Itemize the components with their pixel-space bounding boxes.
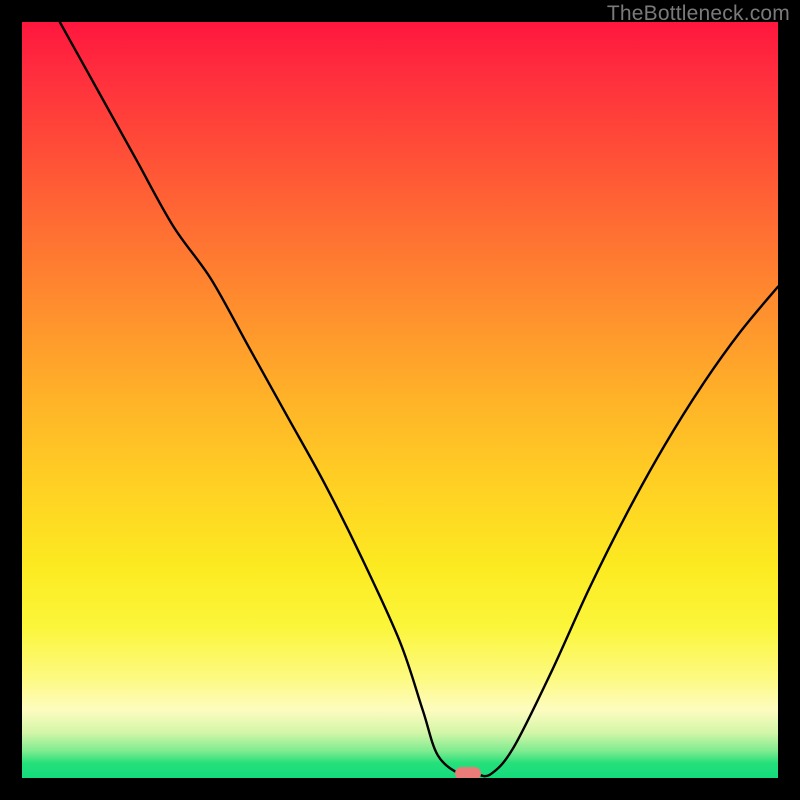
plot-area	[22, 22, 778, 778]
optimal-marker	[455, 767, 481, 778]
watermark-text: TheBottleneck.com	[607, 2, 790, 26]
bottleneck-curve	[22, 22, 778, 778]
chart-frame: TheBottleneck.com	[0, 0, 800, 800]
curve-path	[60, 22, 778, 776]
